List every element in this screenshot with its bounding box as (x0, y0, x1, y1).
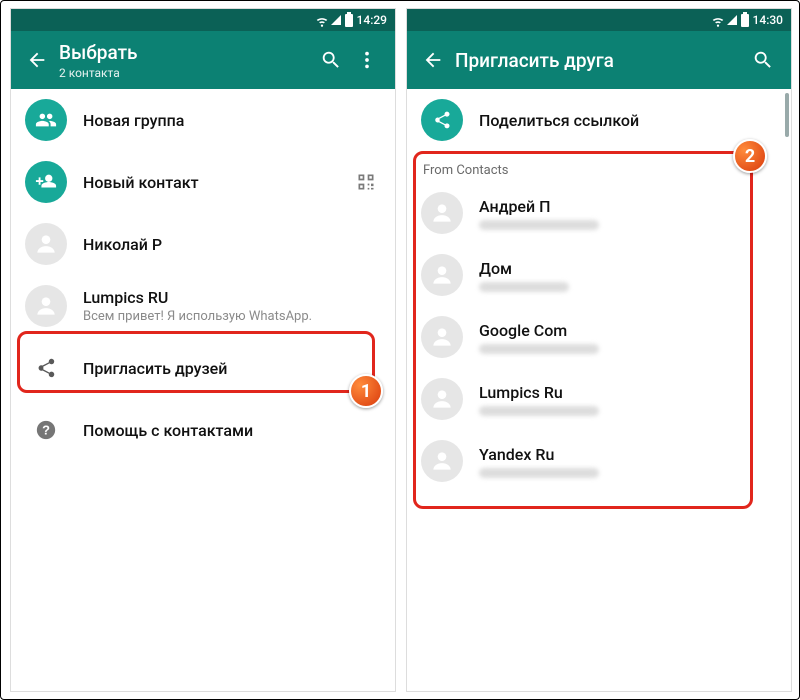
row-new-group[interactable]: Новая группа (11, 89, 395, 151)
row-contact[interactable]: Yandex Ru (407, 430, 791, 492)
row-label: Новая группа (83, 111, 381, 130)
search-button[interactable] (745, 49, 781, 71)
row-label: Lumpics Ru (479, 383, 777, 402)
row-label: Пригласить друзей (83, 359, 381, 378)
status-bar: 14:29 (11, 9, 395, 31)
avatar-icon (421, 378, 463, 420)
signal-icon (727, 15, 737, 25)
avatar-icon (25, 223, 67, 265)
row-contact[interactable]: Lumpics Ru (407, 368, 791, 430)
avatar-icon (421, 254, 463, 296)
blurred-phone (479, 220, 599, 230)
section-header: From Contacts (407, 151, 791, 182)
row-new-contact[interactable]: Новый контакт (11, 151, 395, 213)
row-share-link[interactable]: Поделиться ссылкой (407, 89, 791, 151)
content-area: Поделиться ссылкой From Contacts Андрей … (407, 89, 791, 691)
avatar-icon (421, 440, 463, 482)
row-label: Yandex Ru (479, 445, 777, 464)
wifi-icon (711, 14, 723, 26)
row-contact[interactable]: Николай Р (11, 213, 395, 275)
phone-left: 14:29 Выбрать 2 контакта Новая гру (11, 9, 395, 691)
blurred-phone (479, 282, 569, 292)
svg-text:?: ? (42, 423, 50, 438)
phone-right: 14:30 Пригласить друга Поделиться ссылко… (407, 9, 791, 691)
page-subtitle: 2 контакта (59, 66, 313, 80)
help-icon: ? (25, 409, 67, 451)
content-area: Новая группа Новый контакт Николай Р (11, 89, 395, 691)
row-label: Новый контакт (83, 173, 351, 192)
blurred-phone (479, 406, 599, 416)
status-time: 14:30 (753, 13, 783, 27)
row-label: Помощь с контактами (83, 421, 381, 440)
row-label: Николай Р (83, 235, 381, 254)
row-sublabel: Всем привет! Я использую WhatsApp. (83, 309, 381, 324)
back-button[interactable] (417, 49, 449, 71)
row-invite-friends[interactable]: Пригласить друзей (11, 337, 395, 399)
row-contact[interactable]: Google Com (407, 306, 791, 368)
blurred-phone (479, 468, 599, 478)
row-contact[interactable]: Дом (407, 244, 791, 306)
row-contact[interactable]: Андрей П (407, 182, 791, 244)
row-label: Поделиться ссылкой (479, 111, 777, 130)
page-title: Пригласить друга (455, 49, 745, 72)
add-contact-icon (25, 161, 67, 203)
status-bar: 14:30 (407, 9, 791, 31)
signal-icon (331, 15, 341, 25)
share-icon (25, 347, 67, 389)
status-time: 14:29 (357, 13, 387, 27)
qr-icon[interactable] (351, 172, 381, 192)
back-button[interactable] (21, 49, 53, 71)
row-contact[interactable]: Lumpics RU Всем привет! Я использую What… (11, 275, 395, 337)
app-bar: Выбрать 2 контакта (11, 31, 395, 89)
row-label: Lumpics RU (83, 288, 381, 307)
row-label: Андрей П (479, 197, 777, 216)
share-icon (421, 99, 463, 141)
avatar-icon (25, 285, 67, 327)
blurred-phone (479, 344, 599, 354)
more-button[interactable] (349, 49, 385, 71)
row-contacts-help[interactable]: ? Помощь с контактами (11, 399, 395, 461)
wifi-icon (315, 14, 327, 26)
row-label: Дом (479, 259, 777, 278)
app-bar: Пригласить друга (407, 31, 791, 89)
battery-icon (741, 14, 749, 27)
avatar-icon (421, 316, 463, 358)
group-icon (25, 99, 67, 141)
scrollbar[interactable] (785, 93, 789, 137)
row-label: Google Com (479, 321, 777, 340)
search-button[interactable] (313, 49, 349, 71)
avatar-icon (421, 192, 463, 234)
page-title: Выбрать (59, 41, 313, 64)
battery-icon (345, 14, 353, 27)
